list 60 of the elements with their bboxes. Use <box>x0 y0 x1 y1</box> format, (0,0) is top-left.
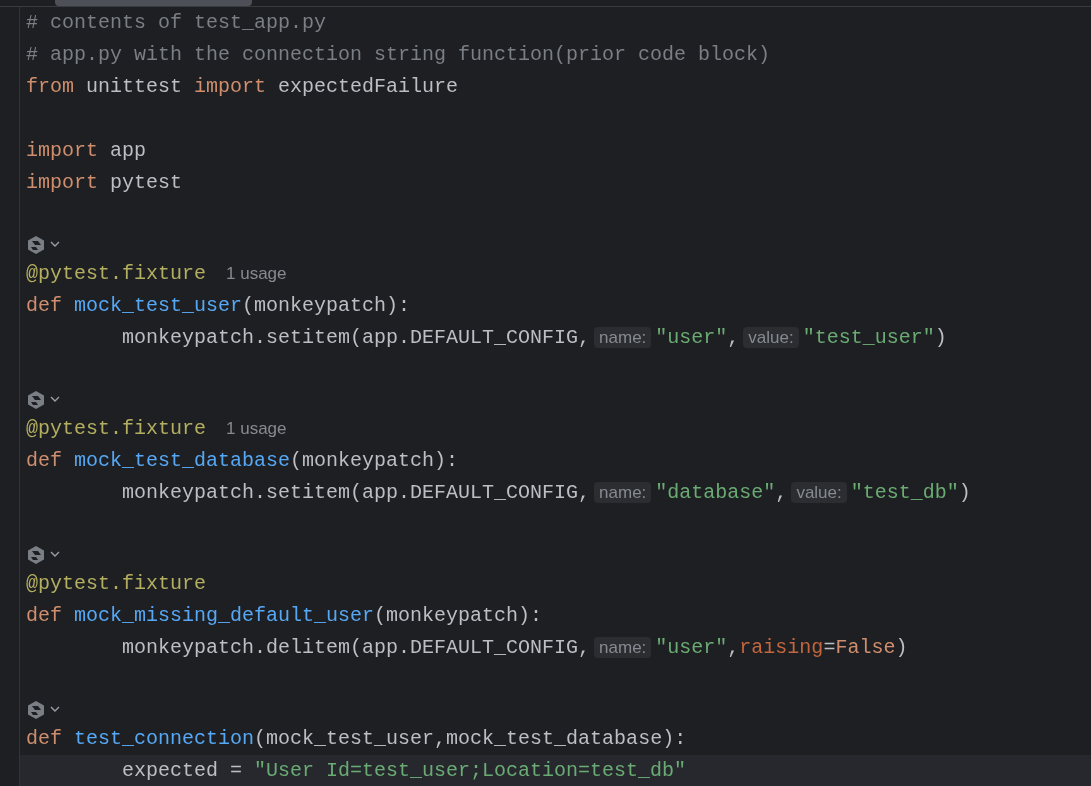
hexagon-icon[interactable] <box>26 544 46 565</box>
keyword: False <box>835 636 896 659</box>
code-text: (monkeypatch): <box>290 449 459 472</box>
keyword: def <box>26 449 62 472</box>
code-text: unittest <box>86 75 183 98</box>
hexagon-icon[interactable] <box>26 699 46 720</box>
code-text: app <box>110 139 147 162</box>
code-text: ) <box>958 481 971 504</box>
code-text: monkeypatch.delitem(app.DEFAULT_CONFIG, <box>122 636 591 659</box>
string-literal: "test_user" <box>802 326 935 349</box>
code-text: , <box>727 326 740 349</box>
code-text: ) <box>895 636 908 659</box>
comment: # contents of test_app.py <box>26 11 327 34</box>
scrollbar-thumb[interactable] <box>55 0 252 6</box>
code-text: expectedFailure <box>278 75 459 98</box>
hexagon-icon[interactable] <box>26 389 46 410</box>
code-text: = <box>823 636 836 659</box>
keyword: import <box>194 75 267 98</box>
string-literal: "database" <box>655 481 776 504</box>
keyword: import <box>26 171 98 194</box>
string-literal: "user" <box>655 636 728 659</box>
code-text: pytest <box>110 171 183 194</box>
function-name: mock_test_database <box>74 449 291 472</box>
function-name: mock_missing_default_user <box>74 604 375 627</box>
function-name: test_connection <box>74 727 255 750</box>
string-literal: "User Id=test_user;Location=test_db" <box>254 759 687 782</box>
chevron-down-icon[interactable] <box>50 241 60 248</box>
code-text: monkeypatch.setitem(app.DEFAULT_CONFIG, <box>122 481 591 504</box>
keyword: def <box>26 294 62 317</box>
chevron-down-icon[interactable] <box>50 706 60 713</box>
chevron-down-icon[interactable] <box>50 551 60 558</box>
code-text: monkeypatch.setitem(app.DEFAULT_CONFIG, <box>122 326 591 349</box>
parameter-hint: value: <box>743 327 799 348</box>
code-text: (monkeypatch): <box>374 604 543 627</box>
code-text: , <box>775 481 788 504</box>
parameter-hint: name: <box>594 327 652 348</box>
code-text: ) <box>934 326 947 349</box>
code-text: expected = <box>122 759 243 782</box>
chevron-down-icon[interactable] <box>50 396 60 403</box>
decorator: @pytest.fixture <box>26 572 207 595</box>
parameter-hint: name: <box>594 637 652 658</box>
parameter-hint: name: <box>594 482 652 503</box>
function-name: mock_test_user <box>74 294 243 317</box>
hexagon-icon[interactable] <box>26 234 46 255</box>
string-literal: "test_db" <box>850 481 959 504</box>
usage-hint[interactable]: 1 usage <box>226 419 287 438</box>
keyword: import <box>26 139 98 162</box>
decorator: @pytest.fixture <box>26 417 207 440</box>
comment: # app.py with the connection string function(prior code block) <box>26 43 771 66</box>
keyword: def <box>26 727 62 750</box>
parameter-hint: value: <box>791 482 847 503</box>
string-literal: "user" <box>655 326 728 349</box>
code-text: (monkeypatch): <box>242 294 411 317</box>
usage-hint[interactable]: 1 usage <box>226 264 287 283</box>
named-argument: raising <box>739 636 824 659</box>
keyword: def <box>26 604 62 627</box>
decorator: @pytest.fixture <box>26 262 207 285</box>
code-text: , <box>727 636 740 659</box>
keyword: from <box>26 75 74 98</box>
code-text: (mock_test_user,mock_test_database): <box>254 727 687 750</box>
